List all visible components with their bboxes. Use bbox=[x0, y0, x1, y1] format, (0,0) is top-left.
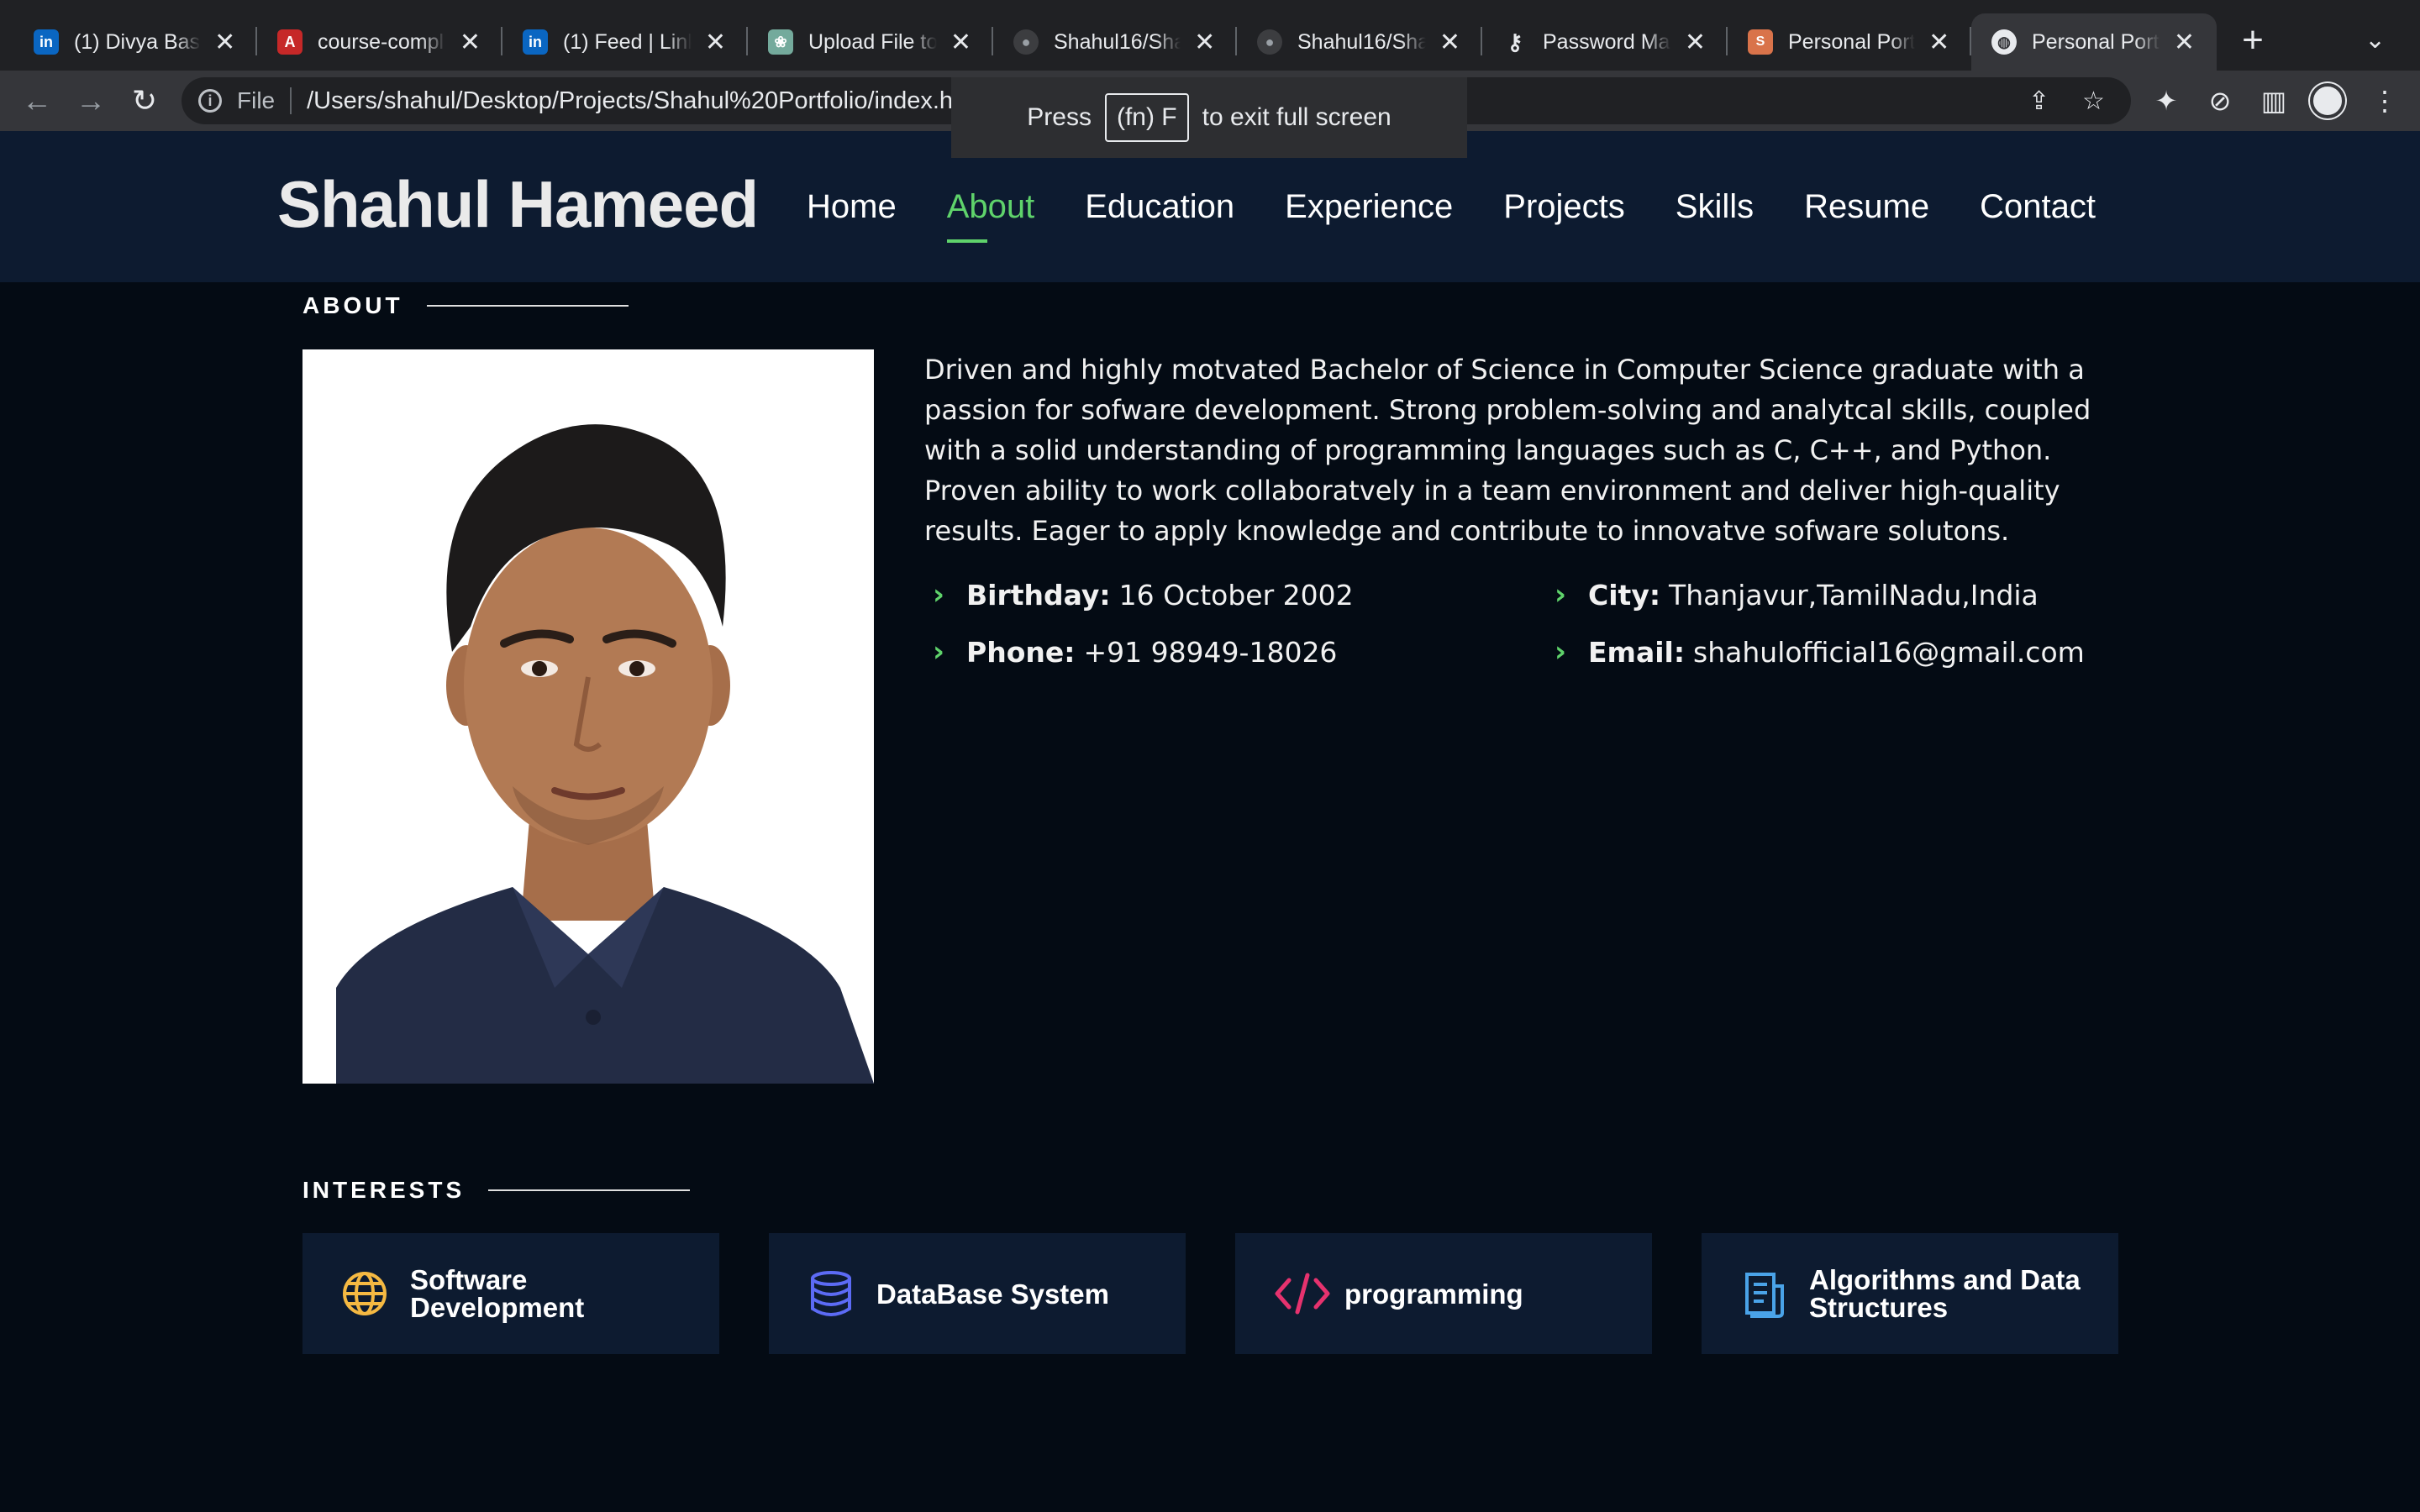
close-tab-icon[interactable]: ✕ bbox=[213, 28, 237, 57]
fact-birthday: › Birthday: 16 October 2002 bbox=[933, 578, 1354, 612]
tab-search-chevron-icon[interactable]: ⌄ bbox=[2365, 18, 2386, 62]
linkedin-icon: in bbox=[34, 29, 59, 55]
browser-tab-active[interactable]: ◍ Personal Portf ✕ bbox=[1971, 13, 2217, 71]
browser-tab[interactable]: S Personal Portf ✕ bbox=[1728, 13, 1971, 71]
close-tab-icon[interactable]: ✕ bbox=[1683, 28, 1707, 57]
extensions-puzzle-icon[interactable]: ✦ bbox=[2148, 82, 2185, 119]
back-arrow-icon[interactable]: ← bbox=[18, 82, 55, 119]
profile-photo bbox=[302, 349, 874, 1084]
browser-tab[interactable]: ● Shahul16/Shah ✕ bbox=[1237, 13, 1482, 71]
browser-tab[interactable]: A course-compl ✕ bbox=[257, 13, 502, 71]
nav-resume[interactable]: Resume bbox=[1804, 188, 1929, 226]
heading-rule bbox=[426, 305, 629, 307]
browser-tab[interactable]: in (1) Divya Basa ✕ bbox=[13, 13, 257, 71]
browser-tab[interactable]: ● Shahul16/Shah ✕ bbox=[993, 13, 1237, 71]
close-tab-icon[interactable]: ✕ bbox=[458, 28, 482, 57]
key-icon: ⚷ bbox=[1507, 29, 1523, 55]
browser-tab[interactable]: ❀ Upload File to ✕ bbox=[748, 13, 993, 71]
nav-about[interactable]: About bbox=[946, 188, 1034, 243]
close-tab-icon[interactable]: ✕ bbox=[1192, 28, 1217, 57]
portfolio-icon: S bbox=[1748, 29, 1773, 55]
side-panel-icon[interactable]: ▥ bbox=[2255, 82, 2292, 119]
globe-icon: ◍ bbox=[1991, 29, 2017, 55]
nav-education[interactable]: Education bbox=[1085, 188, 1234, 226]
reload-icon[interactable]: ↻ bbox=[126, 82, 163, 119]
github-icon: ● bbox=[1013, 29, 1039, 55]
close-tab-icon[interactable]: ✕ bbox=[2172, 28, 2196, 57]
new-tab-button[interactable]: + bbox=[2232, 18, 2274, 62]
profile-avatar[interactable] bbox=[2309, 82, 2346, 119]
nav-skills[interactable]: Skills bbox=[1676, 188, 1754, 226]
chevron-right-icon: › bbox=[1555, 635, 1567, 669]
pdf-icon: A bbox=[277, 29, 302, 55]
nav-contact[interactable]: Contact bbox=[1980, 188, 2096, 226]
browser-tab[interactable]: ⚷ Password Man ✕ bbox=[1482, 13, 1728, 71]
fullscreen-key: (fn) F bbox=[1104, 93, 1189, 142]
chatgpt-icon: ❀ bbox=[768, 29, 793, 55]
close-tab-icon[interactable]: ✕ bbox=[1927, 28, 1951, 57]
interest-card-algorithms-data-structures[interactable]: Algorithms and Data Structures bbox=[1702, 1233, 2118, 1354]
fullscreen-toast: Press (fn) F to exit full screen bbox=[951, 77, 1467, 158]
address-url[interactable]: /Users/shahul/Desktop/Projects/Shahul%20… bbox=[307, 87, 986, 115]
browser-tab-strip: in (1) Divya Basa ✕ A course-compl ✕ in … bbox=[0, 0, 2420, 71]
interest-card-software-development[interactable]: Software Development bbox=[302, 1233, 719, 1354]
close-tab-icon[interactable]: ✕ bbox=[1438, 28, 1462, 57]
info-icon[interactable]: i bbox=[198, 89, 222, 113]
fact-phone: › Phone: +91 98949-18026 bbox=[933, 635, 1338, 669]
interest-card-programming[interactable]: programming bbox=[1235, 1233, 1652, 1354]
chevron-right-icon: › bbox=[1555, 578, 1567, 612]
database-icon bbox=[806, 1268, 856, 1319]
fact-email: › Email: shahulofficial16@gmail.com bbox=[1555, 635, 2085, 669]
browser-tab[interactable]: in (1) Feed | Linke ✕ bbox=[502, 13, 748, 71]
globe-icon bbox=[339, 1268, 390, 1319]
chevron-right-icon: › bbox=[933, 635, 945, 669]
interest-card-database-system[interactable]: DataBase System bbox=[769, 1233, 1186, 1354]
kebab-menu-icon[interactable]: ⋮ bbox=[2366, 82, 2403, 119]
nav-home[interactable]: Home bbox=[807, 188, 897, 226]
share-icon[interactable]: ⇪ bbox=[2028, 77, 2049, 124]
forward-arrow-icon[interactable]: → bbox=[72, 82, 109, 119]
about-bio: Driven and highly motvated Bachelor of S… bbox=[924, 354, 2091, 547]
address-divider bbox=[290, 87, 292, 114]
close-tab-icon[interactable]: ✕ bbox=[703, 28, 728, 57]
linkedin-icon: in bbox=[523, 29, 548, 55]
nav-experience[interactable]: Experience bbox=[1285, 188, 1453, 226]
portrait-illustration bbox=[302, 349, 874, 1084]
chevron-right-icon: › bbox=[933, 578, 945, 612]
bookmark-star-icon[interactable]: ☆ bbox=[2082, 77, 2105, 124]
extension-icon[interactable]: ⊘ bbox=[2202, 82, 2238, 119]
document-icon bbox=[1739, 1268, 1789, 1319]
code-icon bbox=[1272, 1268, 1333, 1319]
close-tab-icon[interactable]: ✕ bbox=[949, 28, 973, 57]
heading-rule bbox=[488, 1189, 691, 1191]
nav-projects[interactable]: Projects bbox=[1503, 188, 1625, 226]
github-icon: ● bbox=[1257, 29, 1282, 55]
site-logo[interactable]: Shahul Hameed bbox=[277, 166, 759, 243]
interests-section-heading: INTERESTS bbox=[302, 1177, 691, 1204]
fact-city: › City: Thanjavur,TamilNadu,India bbox=[1555, 578, 2039, 612]
about-section-heading: ABOUT bbox=[302, 292, 629, 319]
